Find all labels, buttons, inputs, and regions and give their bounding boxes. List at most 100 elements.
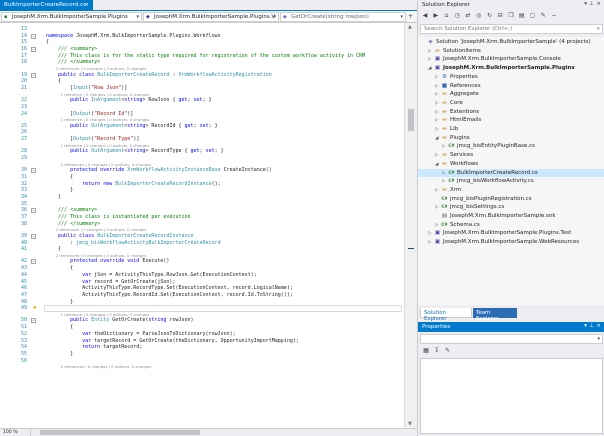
forward-icon[interactable]: ▶ <box>432 12 440 20</box>
sync-icon[interactable]: ⇄ <box>464 12 472 20</box>
tree-item[interactable]: ▤ JosephM.Xrm.BulkImporterSample.snk <box>418 212 604 221</box>
tree-item[interactable]: ▷ C# jmcg_bisEntityPluginBase.cs <box>418 142 604 151</box>
horizontal-scrollbar-thumb[interactable] <box>40 430 200 435</box>
tree-item[interactable]: ▷ C# jmcg_bisSettings.cs <box>418 203 604 212</box>
tree-item[interactable]: ▷ C# Schema.cs <box>418 221 604 230</box>
collapse-region-icon[interactable]: − <box>31 168 36 174</box>
tree-item[interactable]: ▷ C# jmcg_bisWorkflowActivity.cs <box>418 177 604 186</box>
code-line: 29 <box>0 155 404 162</box>
code-text: /// </summary> <box>46 59 100 66</box>
tree-item[interactable]: ▷ ▬ Services <box>418 151 604 160</box>
vertical-scrollbar[interactable]: ▲ ▼ <box>404 23 417 428</box>
show-all-files-icon[interactable]: ▤ <box>518 12 526 20</box>
folder-icon: ▬ <box>441 126 448 132</box>
refresh-icon[interactable]: ↻ <box>486 12 494 20</box>
tree-item[interactable]: C# jmcg_bisPluginRegistration.cs <box>418 195 604 204</box>
categorized-icon[interactable]: ▦ <box>422 347 430 355</box>
collapse-region-icon[interactable]: − <box>31 259 36 265</box>
tree-item[interactable]: ▷ ▬ Aggregate <box>418 90 604 99</box>
scroll-up-icon[interactable]: ▲ <box>408 24 412 30</box>
solution-explorer-search-input[interactable]: Search Solution Explorer (Ctrl+;) ⌕ <box>420 24 603 34</box>
pin-icon[interactable]: ⊥ <box>589 323 594 329</box>
properties-wrench-icon[interactable]: ✎ <box>539 12 547 20</box>
codelens-annotation[interactable]: 2 references | 0 changes | 0 authors, 0 … <box>0 364 404 370</box>
code-token: GetOrCreate( <box>109 317 149 324</box>
tree-item[interactable]: ▷ ▬ Lib <box>418 125 604 134</box>
project-dropdown[interactable]: ▪ JosephM.Xrm.BulkImporterSample.Plugins… <box>1 12 142 22</box>
search-icon[interactable]: ⌕ <box>597 26 600 33</box>
tree-item[interactable]: ◢ ▬ Workflows <box>418 160 604 169</box>
line-number: 38 <box>20 220 27 227</box>
code-token: BulkImporterCreateRecord <box>97 71 170 78</box>
tab-team-explorer[interactable]: Team Explorer <box>473 308 517 322</box>
collapse-region-icon[interactable]: − <box>31 33 36 39</box>
code-token: /// </summary> <box>46 59 101 66</box>
properties-object-dropdown[interactable]: ▾ <box>420 334 603 344</box>
scroll-down-icon[interactable]: ▼ <box>408 421 412 427</box>
property-pages-icon[interactable]: ✎ <box>444 347 452 355</box>
folder-icon: ▬ <box>441 99 448 106</box>
code-text: protected override XrmWorkflowActivityIn… <box>46 167 272 174</box>
scrollbar-thumb[interactable] <box>408 109 414 131</box>
code-token: string <box>124 97 143 104</box>
collapse-region-icon[interactable]: − <box>31 318 36 324</box>
close-icon[interactable]: × <box>596 323 601 329</box>
tree-item[interactable]: ▷ ▣ JosephM.Xrm.BulkImporterSample.WebReso… <box>418 238 604 247</box>
alphabetical-icon[interactable]: ↧ <box>433 347 441 355</box>
zoom-level[interactable]: 100 % <box>1 429 31 436</box>
code-text-area[interactable]: 13 14− namespace JosephM.Xrm.BulkImporterS… <box>0 23 404 428</box>
tree-item[interactable]: ▷ ▬ Xrm <box>418 186 604 195</box>
back-icon[interactable]: ◀ <box>421 12 429 20</box>
tree-item[interactable]: ▷ ■ References <box>418 82 604 91</box>
line-number: 17 <box>20 52 27 59</box>
tree-item[interactable]: ◢ ▣ JosephM.Xrm.BulkImporterSample.Plugins <box>418 64 604 73</box>
dropdown-arrow-icon[interactable]: ▾ <box>584 1 587 7</box>
type-dropdown[interactable]: ◆ JosephM.Xrm.BulkImporterSample.Plugins… <box>143 12 279 22</box>
lightbulb-icon[interactable]: ✹ <box>33 305 39 311</box>
code-token: Output <box>73 110 92 117</box>
tree-item-label: JosephM.Xrm.BulkImporterSample.snk <box>450 213 556 219</box>
tree-item[interactable]: ▷ ⚙ Properties <box>418 73 604 82</box>
code-token: } <box>46 193 62 200</box>
tree-item[interactable]: ▷ ▬ Core <box>418 99 604 108</box>
collapse-region-icon[interactable]: − <box>31 47 36 53</box>
member-dropdown[interactable]: ◆ GetOrCreate(string rowJson) ▾ <box>280 12 406 22</box>
tree-item[interactable]: ▷ ▣ JosephM.Xrm.BulkImporterSample.Plugins… <box>418 229 604 238</box>
code-line: 32 return new BulkImporterCreateRecordIn… <box>0 181 404 188</box>
collapse-region-icon[interactable]: − <box>31 72 36 78</box>
dropdown-arrow-icon[interactable]: ▾ <box>584 323 587 329</box>
collapse-region-icon[interactable]: − <box>31 233 36 239</box>
tab-solution-explorer[interactable]: Solution Explorer <box>420 308 472 322</box>
close-icon[interactable]: × <box>596 1 601 7</box>
tree-item[interactable]: ◈ Solution 'JosephM.Xrm.BulkImporterSampl… <box>418 38 604 47</box>
collapse-all-icon[interactable]: ⊟ <box>496 12 504 20</box>
tree-item[interactable]: ▷ ▣ JosephM.Xrm.BulkImporterSample.Console <box>418 55 604 64</box>
tree-item-label: SolutionItems <box>443 47 481 54</box>
copy-icon[interactable]: ❐ <box>507 12 515 20</box>
code-line: 43 { <box>0 265 404 272</box>
minus-icon[interactable]: − <box>550 12 558 20</box>
pending-changes-icon[interactable]: ◎ <box>475 12 483 20</box>
code-token: record = GetOrCreate(jSon); <box>94 278 176 285</box>
tree-item[interactable]: ◢ ▬ Plugins <box>418 134 604 143</box>
line-number: 31 <box>20 173 27 180</box>
tree-item[interactable]: ▷ ▬ SolutionItems <box>418 47 604 56</box>
history-icon[interactable]: ◷ <box>453 12 461 20</box>
document-tab-active[interactable]: BulkImporterCreateRecord.cs × <box>0 0 93 11</box>
line-number: 25 <box>20 122 27 129</box>
collapse-region-icon[interactable]: − <box>31 208 36 214</box>
code-line: 28 public OutArgument<string> RecordType… <box>0 148 404 155</box>
home-icon[interactable]: ⌂ <box>443 12 451 20</box>
horizontal-scrollbar[interactable]: 100 % <box>0 428 417 436</box>
close-tab-icon[interactable]: × <box>84 2 89 8</box>
tree-item[interactable]: ▷ ▬ Extentions <box>418 108 604 117</box>
preview-icon[interactable]: ◻ <box>529 12 537 20</box>
folder-icon: ▬ <box>441 117 448 124</box>
tree-item-selected[interactable]: ▷ C# BulkImporterCreateRecord.cs <box>418 168 604 178</box>
tree-item[interactable]: ▷ ▬ HtmlEmails <box>418 116 604 125</box>
code-text: public OutArgument<string> RecordType { … <box>46 148 224 155</box>
pin-icon[interactable]: ⊥ <box>589 1 594 7</box>
split-window-icon[interactable]: + <box>408 13 415 21</box>
tree-item-label: Lib <box>450 126 459 132</box>
code-line: 33 } <box>0 187 404 194</box>
